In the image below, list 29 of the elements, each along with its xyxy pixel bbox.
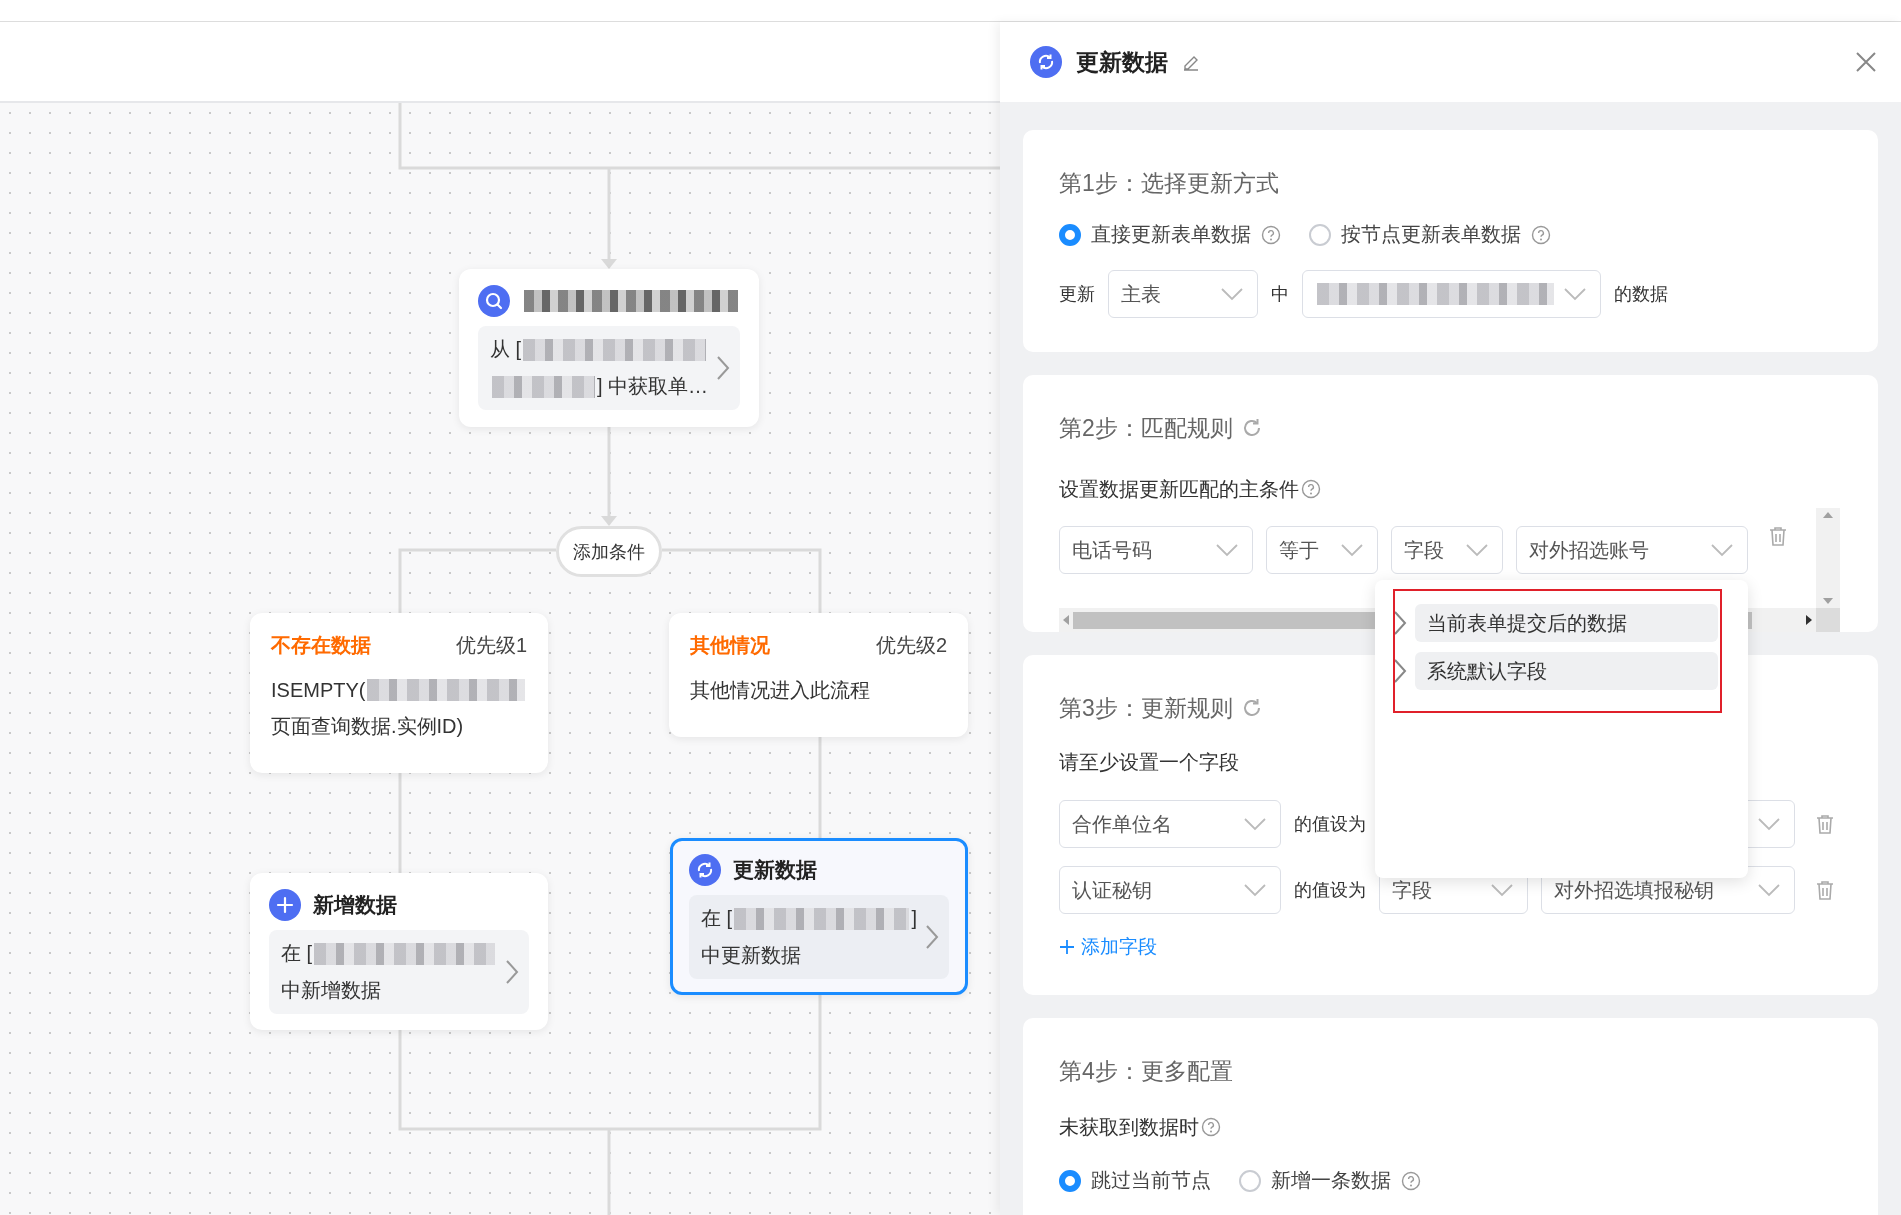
node-text: 在 [ xyxy=(701,906,733,931)
field-label: 的值设为 xyxy=(1294,813,1366,836)
node-text: 更新数据 xyxy=(733,857,817,883)
node-text: ] xyxy=(911,906,917,931)
field-label: 的值设为 xyxy=(1294,879,1366,902)
step-title: 第3步：更新规则 xyxy=(1059,694,1233,723)
node-text: ISEMPTY( xyxy=(271,678,366,703)
step-title: 第2步：匹配规则 xyxy=(1059,414,1233,443)
priority-label: 优先级2 xyxy=(875,633,947,658)
node-text: 新增数据 xyxy=(313,892,397,918)
condition-label: 不存在数据 xyxy=(271,633,371,658)
node-text: 其他情况进入此流程 xyxy=(690,678,870,703)
node-text: 中新增数据 xyxy=(281,978,381,1003)
node-text: 在 [ xyxy=(281,941,313,966)
panel-title: 更新数据 xyxy=(1076,47,1168,77)
condition-label: 其他情况 xyxy=(690,633,770,658)
node-text: ] 中获取单… xyxy=(596,374,708,399)
node-text: 页面查询数据.实例ID) xyxy=(271,714,464,739)
step-title: 第4步：更多配置 xyxy=(1059,1057,1233,1086)
section-label: 设置数据更新匹配的主条件 xyxy=(1059,476,1299,502)
section-label: 未获取到数据时 xyxy=(1059,1114,1199,1140)
field-label: 更新 xyxy=(1059,283,1095,306)
step-title: 第1步：选择更新方式 xyxy=(1059,169,1279,198)
priority-label: 优先级1 xyxy=(455,633,527,658)
field-label: 的数据 xyxy=(1614,283,1668,306)
node-text: 中更新数据 xyxy=(701,943,801,968)
node-text: 从 [ xyxy=(490,337,522,362)
field-label: 中 xyxy=(1271,283,1289,306)
section-label: 请至少设置一个字段 xyxy=(1059,749,1239,775)
